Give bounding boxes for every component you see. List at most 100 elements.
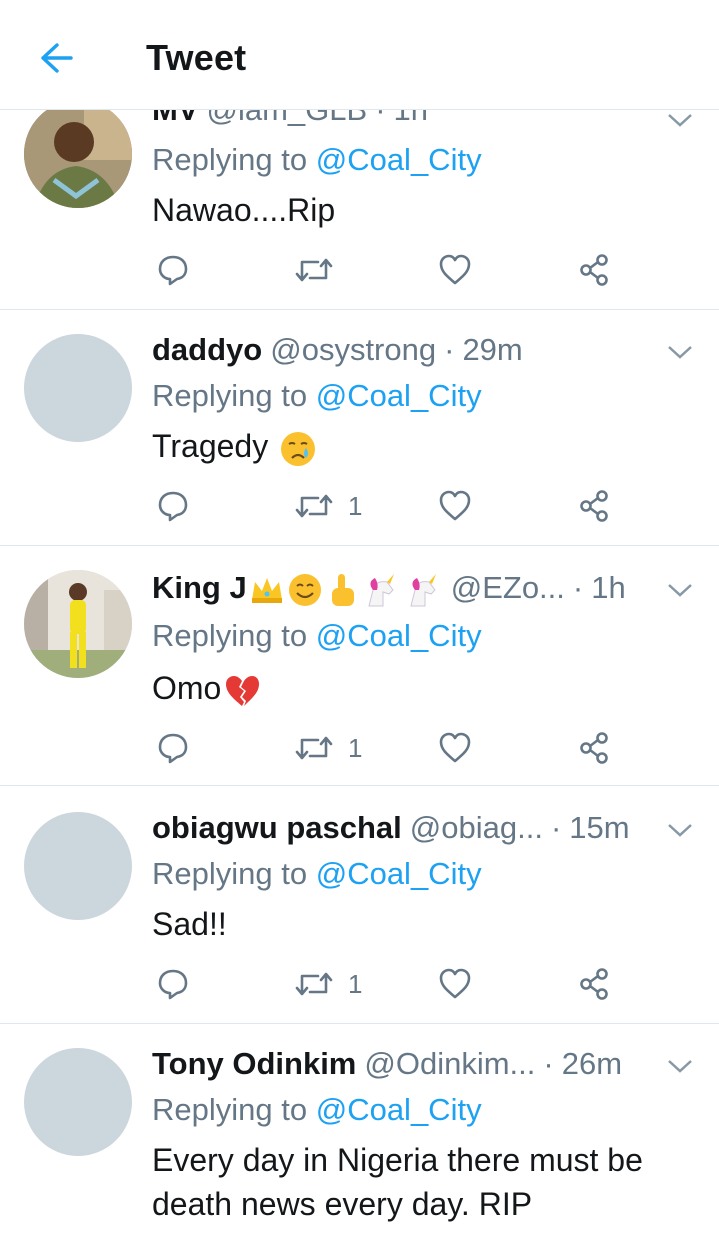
replying-to-label: Replying to (152, 856, 308, 891)
tweet-actions: 1 (152, 728, 632, 768)
timestamp: 15m (569, 810, 630, 845)
display-name[interactable]: obiagwu paschal (152, 810, 402, 846)
reply-mention-link[interactable]: @Coal_City (316, 142, 482, 177)
share-icon (580, 732, 608, 764)
retweet-icon (295, 736, 333, 760)
like-button[interactable] (438, 728, 472, 768)
timestamp: 29m (462, 332, 523, 367)
reply-button[interactable] (156, 728, 190, 768)
share-button[interactable] (578, 964, 612, 1004)
user-handle[interactable]: @osystrong (270, 332, 436, 368)
share-button[interactable] (578, 250, 612, 290)
top-app-bar: Tweet (0, 0, 719, 110)
chevron-down-icon[interactable] (665, 580, 695, 600)
replying-to: Replying to @Coal_City (152, 1092, 482, 1128)
unicorn-emoji (368, 573, 394, 607)
avatar[interactable] (24, 570, 132, 678)
back-button[interactable] (36, 38, 76, 78)
tweet-reply[interactable]: obiagwu paschal @obiag... · 15m Replying… (0, 786, 719, 1024)
retweet-icon (295, 972, 333, 996)
chevron-down-icon[interactable] (665, 820, 695, 840)
tweet-text: Omo (152, 666, 692, 710)
timestamp: 1h (591, 570, 626, 605)
reply-button[interactable] (156, 250, 190, 290)
avatar[interactable] (24, 1048, 132, 1156)
tweet-actions (152, 250, 632, 290)
reply-icon (158, 733, 188, 764)
tweet-text: Nawao....Rip (152, 192, 336, 228)
reply-button[interactable] (156, 964, 190, 1004)
tweet-actions: 1 (152, 964, 632, 1004)
tweet-text: Sad!! (152, 906, 227, 942)
like-icon (439, 968, 471, 999)
like-icon (439, 490, 471, 521)
like-button[interactable] (438, 250, 472, 290)
reply-icon (158, 491, 188, 522)
reply-mention-link[interactable]: @Coal_City (316, 1092, 482, 1127)
tweet-reply[interactable]: daddyo @osystrong · 29m Replying to @Coa… (0, 310, 719, 546)
avatar[interactable] (24, 334, 132, 442)
share-icon (580, 968, 608, 1000)
tweet-feed: MV @iam_GLB · 1h Replying to @Coal_City … (0, 0, 719, 1248)
page-title: Tweet (146, 37, 247, 78)
reply-icon (158, 255, 188, 286)
replying-to: Replying to @Coal_City (152, 856, 482, 892)
retweet-button[interactable]: 1 (294, 486, 362, 526)
tweet-text: Every day in Nigeria there must be death… (152, 1142, 643, 1222)
chevron-down-icon[interactable] (665, 1056, 695, 1076)
reply-mention-link[interactable]: @Coal_City (316, 856, 482, 891)
user-handle[interactable]: @EZo... (451, 570, 565, 606)
reply-mention-link[interactable]: @Coal_City (316, 378, 482, 413)
display-name[interactable]: King J (152, 570, 443, 608)
tweet-text-content: Omo (152, 670, 222, 706)
replying-to: Replying to @Coal_City (152, 378, 482, 414)
reply-icon (158, 969, 188, 1000)
share-button[interactable] (578, 728, 612, 768)
display-name[interactable]: daddyo (152, 332, 262, 368)
tweet-text-content: Tragedy (152, 428, 269, 464)
retweet-count: 1 (348, 968, 363, 999)
retweet-count: 1 (348, 732, 363, 763)
back-arrow-icon (41, 43, 73, 73)
user-handle[interactable]: @Odinkim... (364, 1046, 535, 1082)
retweet-count: 1 (348, 490, 363, 521)
tweet-reply[interactable]: King J @EZo... · 1h Replying to @Coal_Ci… (0, 546, 719, 786)
reply-button[interactable] (156, 486, 190, 526)
separator-dot: · (543, 1046, 554, 1081)
display-name[interactable]: Tony Odinkim (152, 1046, 356, 1082)
like-icon (439, 732, 471, 763)
replying-to-label: Replying to (152, 142, 308, 177)
timestamp: 26m (561, 1046, 623, 1081)
reply-mention-link[interactable]: @Coal_City (316, 618, 482, 653)
separator-dot: · (444, 332, 455, 367)
replying-to: Replying to @Coal_City (152, 618, 482, 654)
like-button[interactable] (438, 964, 472, 1004)
retweet-button[interactable]: 1 (294, 964, 362, 1004)
retweet-button[interactable]: 1 (294, 728, 362, 768)
share-button[interactable] (578, 486, 612, 526)
replying-to-label: Replying to (152, 378, 308, 413)
avatar-photo (24, 100, 132, 208)
replying-to-label: Replying to (152, 618, 308, 653)
avatar[interactable] (24, 812, 132, 920)
replying-to: Replying to @Coal_City (152, 142, 482, 178)
pointing-up-emoji (331, 573, 354, 606)
avatar[interactable] (24, 100, 132, 208)
chevron-down-icon[interactable] (665, 342, 695, 362)
display-name-text: King J (152, 570, 247, 605)
tweet-header: Tony Odinkim @Odinkim... · 26m (152, 1046, 689, 1082)
like-button[interactable] (438, 486, 472, 526)
tweet-reply[interactable]: Tony Odinkim @Odinkim... · 26m Replying … (0, 1024, 719, 1248)
tweet-header: obiagwu paschal @obiag... · 15m (152, 810, 689, 846)
avatar-photo (24, 570, 132, 678)
user-handle[interactable]: @obiag... (410, 810, 543, 846)
retweet-button[interactable] (294, 250, 348, 290)
chevron-down-icon[interactable] (665, 110, 695, 130)
retweet-icon (295, 494, 333, 518)
like-icon (439, 254, 471, 285)
tweet-actions: 1 (152, 486, 632, 526)
tweet-header: King J @EZo... · 1h (152, 570, 689, 608)
separator-dot: · (550, 810, 562, 845)
tweet-text: Tragedy (152, 424, 692, 468)
tweet-header: daddyo @osystrong · 29m (152, 332, 689, 368)
